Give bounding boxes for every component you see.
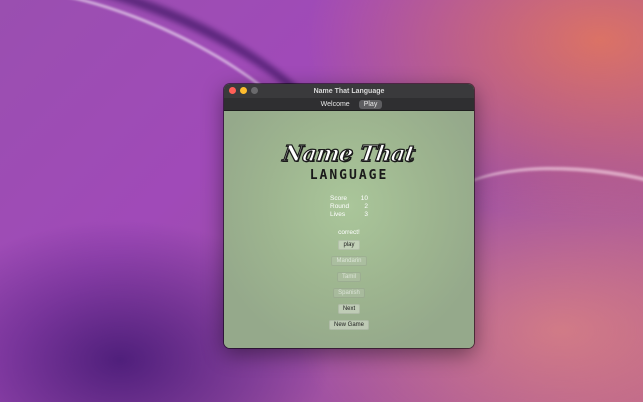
- window-controls: [229, 87, 258, 94]
- score-label: Score: [330, 195, 347, 202]
- game-content: Name That LANGUAGE Score 10 Round 2 Live…: [224, 111, 474, 348]
- answer-button-1[interactable]: Mandarin: [331, 256, 367, 266]
- new-game-button[interactable]: New Game: [328, 320, 369, 330]
- tab-play[interactable]: Play: [358, 99, 383, 109]
- result-text: correct!: [338, 229, 360, 236]
- stat-row-score: Score 10: [330, 195, 368, 203]
- logo-title-block: LANGUAGE: [309, 168, 389, 183]
- window-title: Name That Language: [313, 87, 385, 95]
- stat-row-lives: Lives 3: [330, 211, 368, 219]
- app-window: Name That Language Welcome Play Name Tha…: [224, 84, 474, 348]
- close-window-button[interactable]: [229, 87, 236, 94]
- score-value: 10: [360, 195, 368, 202]
- round-value: 2: [364, 203, 368, 210]
- round-label: Round: [330, 203, 350, 210]
- answer-button-2[interactable]: Tamil: [336, 272, 361, 282]
- next-button[interactable]: Next: [337, 304, 361, 314]
- answer-button-3[interactable]: Spanish: [333, 288, 365, 298]
- play-audio-button[interactable]: play: [338, 240, 360, 250]
- title-bar[interactable]: Name That Language: [224, 84, 474, 98]
- logo-title-script: Name That: [281, 140, 417, 167]
- lives-value: 3: [364, 211, 368, 218]
- lives-label: Lives: [330, 211, 346, 218]
- tab-welcome[interactable]: Welcome: [316, 100, 355, 109]
- stat-row-round: Round 2: [330, 203, 368, 211]
- minimize-window-button[interactable]: [240, 87, 247, 94]
- zoom-window-button[interactable]: [251, 87, 258, 94]
- tab-bar: Welcome Play: [224, 98, 474, 111]
- stats-panel: Score 10 Round 2 Lives 3: [330, 195, 368, 219]
